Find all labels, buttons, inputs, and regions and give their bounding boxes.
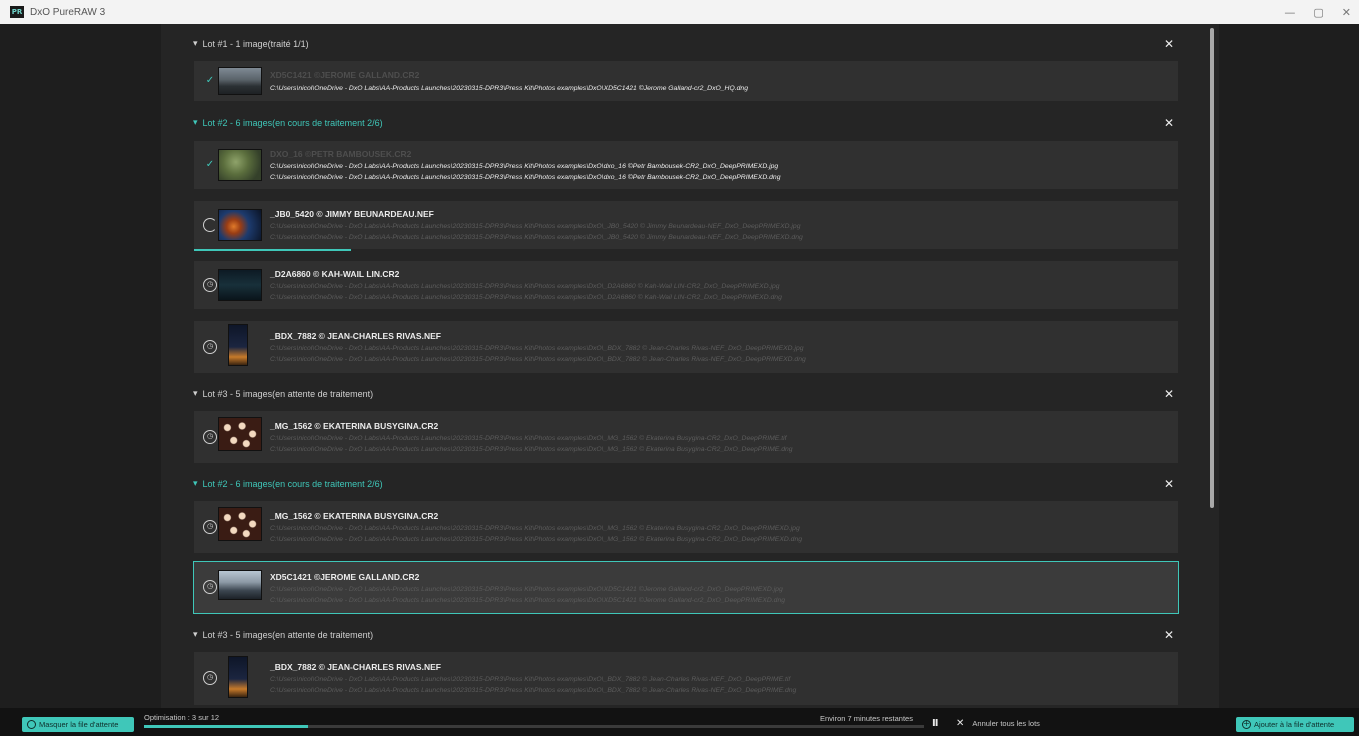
close-icon[interactable]: ✕	[1162, 628, 1176, 642]
close-icon[interactable]: ✕	[1162, 37, 1176, 51]
list-item[interactable]: ◷ _BDX_7882 © JEAN-CHARLES RIVAS.NEF C:\…	[194, 652, 1178, 705]
app-logo-icon: PR	[10, 6, 24, 18]
image-thumbnail	[218, 149, 262, 181]
file-name: _JB0_5420 © JIMMY BEUNARDEAU.NEF	[270, 209, 434, 219]
list-item[interactable]: ◷ _MG_1562 © EKATERINA BUSYGINA.CR2 C:\U…	[194, 501, 1178, 553]
image-thumbnail	[218, 209, 262, 241]
queued-clock-icon: ◷	[203, 430, 217, 444]
list-item[interactable]: ◷ _BDX_7882 © JEAN-CHARLES RIVAS.NEF C:\…	[194, 321, 1178, 373]
file-name: DXO_16 ©PETR BAMBOUSEK.CR2	[270, 149, 412, 159]
lot-header[interactable]: ▾ Lot #2 - 6 images(en cours de traiteme…	[193, 112, 1178, 134]
output-path: C:\Users\nicol\OneDrive - DxO Labs\AA-Pr…	[270, 174, 781, 181]
cancel-all-button[interactable]: ✕ Annuler tous les lots	[956, 718, 1040, 729]
output-path: C:\Users\nicol\OneDrive - DxO Labs\AA-Pr…	[270, 234, 803, 241]
maximize-icon[interactable]: ▢	[1313, 6, 1323, 19]
image-thumbnail	[218, 269, 262, 301]
image-thumbnail	[218, 67, 262, 95]
output-path: C:\Users\nicol\OneDrive - DxO Labs\AA-Pr…	[270, 85, 748, 92]
optimisation-status: Optimisation : 3 sur 12	[144, 713, 220, 722]
output-path: C:\Users\nicol\OneDrive - DxO Labs\AA-Pr…	[270, 446, 793, 453]
queued-clock-icon: ◷	[203, 520, 217, 534]
list-item[interactable]: ◷ _D2A6860 © KAH-WAIL LIN.CR2 C:\Users\n…	[194, 261, 1178, 309]
eye-icon	[27, 720, 36, 729]
plus-circle-icon: +	[1242, 719, 1251, 729]
processing-spinner-icon	[203, 218, 217, 232]
image-thumbnail	[218, 507, 262, 541]
list-item[interactable]: ◷ _MG_1562 © EKATERINA BUSYGINA.CR2 C:\U…	[194, 411, 1178, 463]
list-item[interactable]: _JB0_5420 © JIMMY BEUNARDEAU.NEF C:\User…	[194, 201, 1178, 251]
cancel-all-label: Annuler tous les lots	[972, 719, 1040, 728]
close-icon: ✕	[956, 718, 965, 729]
lot-title: Lot #2 - 6 images(en cours de traitement…	[202, 118, 383, 128]
optimisation-progress-fill	[144, 725, 308, 728]
output-path: C:\Users\nicol\OneDrive - DxO Labs\AA-Pr…	[270, 687, 797, 694]
output-path: C:\Users\nicol\OneDrive - DxO Labs\AA-Pr…	[270, 435, 787, 442]
output-path: C:\Users\nicol\OneDrive - DxO Labs\AA-Pr…	[270, 597, 786, 604]
image-thumbnail	[228, 324, 248, 366]
minimize-icon[interactable]: —	[1284, 6, 1295, 19]
output-path: C:\Users\nicol\OneDrive - DxO Labs\AA-Pr…	[270, 345, 804, 352]
output-path: C:\Users\nicol\OneDrive - DxO Labs\AA-Pr…	[270, 676, 791, 683]
lot-title: Lot #3 - 5 images(en attente de traiteme…	[202, 630, 374, 640]
optimisation-progress-track	[144, 725, 924, 728]
list-item[interactable]: ✓ XD5C1421 ©JEROME GALLAND.CR2 C:\Users\…	[194, 61, 1178, 101]
hide-queue-button[interactable]: Masquer la file d'attente	[22, 717, 134, 732]
right-panel	[1219, 24, 1359, 708]
chevron-down-icon[interactable]: ▾	[193, 118, 198, 128]
hide-queue-label: Masquer la file d'attente	[39, 720, 119, 729]
time-remaining: Environ 7 minutes restantes	[820, 714, 913, 723]
output-path: C:\Users\nicol\OneDrive - DxO Labs\AA-Pr…	[270, 586, 783, 593]
item-progress-bar	[194, 249, 352, 251]
queued-clock-icon: ◷	[203, 340, 217, 354]
output-path: C:\Users\nicol\OneDrive - DxO Labs\AA-Pr…	[270, 525, 800, 532]
close-icon[interactable]: ✕	[1162, 116, 1176, 130]
pause-icon[interactable]: II	[932, 718, 939, 729]
bottom-bar: Masquer la file d'attente Optimisation :…	[0, 708, 1359, 736]
window-title: DxO PureRAW 3	[30, 6, 106, 18]
close-window-icon[interactable]: ✕	[1342, 6, 1351, 19]
done-check-icon: ✓	[205, 159, 215, 170]
chevron-down-icon[interactable]: ▾	[193, 389, 198, 399]
file-name: _BDX_7882 © JEAN-CHARLES RIVAS.NEF	[270, 662, 441, 672]
output-path: C:\Users\nicol\OneDrive - DxO Labs\AA-Pr…	[270, 283, 780, 290]
queued-clock-icon: ◷	[203, 671, 217, 685]
image-thumbnail	[228, 656, 248, 698]
output-path: C:\Users\nicol\OneDrive - DxO Labs\AA-Pr…	[270, 536, 803, 543]
add-to-queue-label: Ajouter à la file d'attente	[1254, 720, 1335, 729]
done-check-icon: ✓	[205, 75, 215, 86]
output-path: C:\Users\nicol\OneDrive - DxO Labs\AA-Pr…	[270, 356, 806, 363]
chevron-down-icon[interactable]: ▾	[193, 479, 198, 489]
lot-header[interactable]: ▾ Lot #3 - 5 images(en attente de traite…	[193, 624, 1178, 646]
file-name: _MG_1562 © EKATERINA BUSYGINA.CR2	[270, 511, 439, 521]
list-item[interactable]: ✓ DXO_16 ©PETR BAMBOUSEK.CR2 C:\Users\ni…	[194, 141, 1178, 189]
add-to-queue-button[interactable]: + Ajouter à la file d'attente	[1236, 717, 1354, 732]
image-thumbnail	[218, 570, 262, 600]
file-name: _MG_1562 © EKATERINA BUSYGINA.CR2	[270, 421, 439, 431]
lot-header[interactable]: ▾ Lot #1 - 1 image(traité 1/1) ✕	[193, 33, 1178, 55]
list-item-selected[interactable]: ◷ XD5C1421 ©JEROME GALLAND.CR2 C:\Users\…	[193, 561, 1179, 614]
output-path: C:\Users\nicol\OneDrive - DxO Labs\AA-Pr…	[270, 294, 782, 301]
left-panel	[0, 24, 161, 708]
chevron-down-icon[interactable]: ▾	[193, 630, 198, 640]
queued-clock-icon: ◷	[203, 278, 217, 292]
file-name: _BDX_7882 © JEAN-CHARLES RIVAS.NEF	[270, 331, 441, 341]
queued-clock-icon: ◷	[203, 580, 217, 594]
image-thumbnail	[218, 417, 262, 451]
file-name: XD5C1421 ©JEROME GALLAND.CR2	[270, 572, 420, 582]
lot-title: Lot #3 - 5 images(en attente de traiteme…	[202, 389, 374, 399]
output-path: C:\Users\nicol\OneDrive - DxO Labs\AA-Pr…	[270, 163, 779, 170]
lot-header[interactable]: ▾ Lot #3 - 5 images(en attente de traite…	[193, 383, 1178, 405]
title-bar: PR DxO PureRAW 3 — ▢ ✕	[0, 0, 1359, 24]
queue-scrollbar[interactable]	[1210, 28, 1214, 508]
output-path: C:\Users\nicol\OneDrive - DxO Labs\AA-Pr…	[270, 223, 801, 230]
close-icon[interactable]: ✕	[1162, 387, 1176, 401]
close-icon[interactable]: ✕	[1162, 477, 1176, 491]
lot-header[interactable]: ▾ Lot #2 - 6 images(en cours de traiteme…	[193, 473, 1178, 495]
lot-title: Lot #1 - 1 image(traité 1/1)	[202, 39, 309, 49]
file-name: XD5C1421 ©JEROME GALLAND.CR2	[270, 70, 420, 80]
lot-title: Lot #2 - 6 images(en cours de traitement…	[202, 479, 383, 489]
file-name: _D2A6860 © KAH-WAIL LIN.CR2	[270, 269, 400, 279]
window-controls: — ▢ ✕	[1284, 0, 1351, 24]
chevron-down-icon[interactable]: ▾	[193, 39, 198, 49]
